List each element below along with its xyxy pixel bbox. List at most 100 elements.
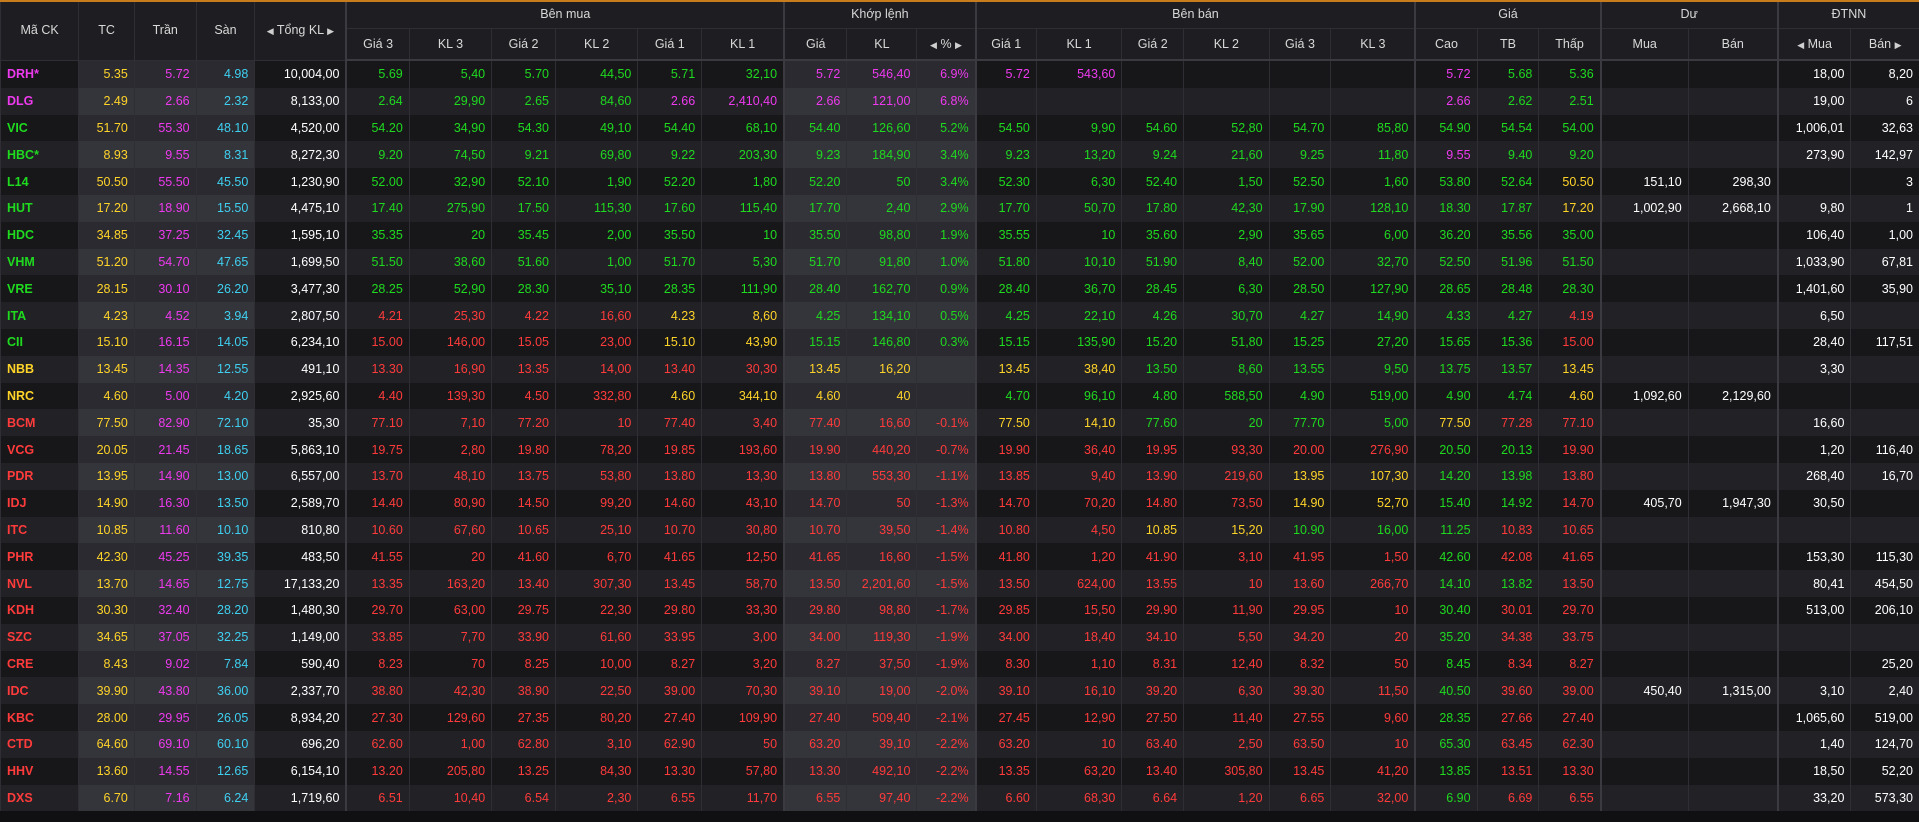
cell-match-pct: 0.3% bbox=[916, 328, 976, 356]
cell-ceiling: 5.72 bbox=[133, 60, 197, 88]
table-row[interactable]: IDC 39.90 43.80 36.00 2,337,70 38.80 42,30 38.9… bbox=[0, 677, 1919, 705]
cell-sym[interactable]: ITC bbox=[0, 516, 79, 544]
cell-sym[interactable]: DLG bbox=[0, 87, 79, 115]
table-row[interactable]: L14 50.50 55.50 45.50 1,230,90 52.00 32,90 52.1… bbox=[0, 168, 1919, 195]
cell-sym[interactable]: KBC bbox=[0, 704, 79, 731]
chevron-left-icon[interactable]: ◀ bbox=[267, 26, 274, 37]
table-row[interactable]: PDR 13.95 14.90 13.00 6,557,00 13.70 48,10 13.7… bbox=[0, 462, 1919, 490]
col-bid-vol3[interactable]: KL 3 bbox=[408, 28, 492, 61]
chevron-left-icon[interactable]: ◀ bbox=[930, 40, 937, 51]
col-ask-price1[interactable]: Giá 1 bbox=[974, 28, 1037, 61]
cell-sym[interactable]: VRE bbox=[0, 275, 79, 303]
col-match-pct[interactable]: ◀ % ▶ bbox=[916, 28, 976, 61]
chevron-right-icon[interactable]: ▶ bbox=[955, 40, 962, 51]
col-bid-price2[interactable]: Giá 2 bbox=[491, 28, 556, 61]
cell-sym[interactable]: HUT bbox=[0, 194, 79, 222]
table-row[interactable]: VHM 51.20 54.70 47.65 1,699,50 51.50 38,60 51.6… bbox=[0, 248, 1919, 276]
cell-remaining-buy bbox=[1599, 248, 1689, 276]
cell-floor: 32.45 bbox=[195, 221, 255, 249]
cell-sym[interactable]: DRH* bbox=[0, 60, 79, 88]
cell-sym[interactable]: NRC bbox=[0, 382, 79, 410]
col-ask-vol3[interactable]: KL 3 bbox=[1330, 28, 1416, 61]
cell-sym[interactable]: CTD bbox=[0, 730, 79, 758]
cell-sym[interactable]: IDC bbox=[0, 677, 79, 705]
chevron-right-icon[interactable]: ▶ bbox=[327, 26, 334, 37]
col-bid-vol2[interactable]: KL 2 bbox=[554, 28, 638, 61]
table-row[interactable]: PHR 42.30 45.25 39.35 483,50 41.55 20 41.60 6,70… bbox=[0, 543, 1919, 571]
cell-sym[interactable]: PHR bbox=[0, 543, 79, 571]
cell-sym[interactable]: HHV bbox=[0, 757, 79, 785]
cell-sym[interactable]: DXS bbox=[0, 784, 79, 812]
col-foreign-buy[interactable]: ◀ Mua bbox=[1776, 28, 1851, 61]
col-low[interactable]: Thấp bbox=[1538, 28, 1601, 61]
cell-sym[interactable]: HBC* bbox=[0, 141, 79, 169]
cell-sym[interactable]: VHM bbox=[0, 248, 79, 276]
table-row[interactable]: CTD 64.60 69.10 60.10 696,20 62.60 1,00 62.80 3,… bbox=[0, 730, 1919, 758]
col-ceiling[interactable]: Trần bbox=[133, 0, 197, 61]
table-row[interactable]: HBC* 8.93 9.55 8.31 8,272,30 9.20 74,50 9.21 69,… bbox=[0, 141, 1919, 169]
cell-sym[interactable]: SZC bbox=[0, 623, 79, 651]
table-row[interactable]: HHV 13.60 14.55 12.65 6,154,10 13.20 205,80 13.… bbox=[0, 757, 1919, 785]
table-row[interactable]: VCG 20.05 21.45 18.65 5,863,10 19.75 2,80 19.80… bbox=[0, 436, 1919, 463]
table-row[interactable]: IDJ 14.90 16.30 13.50 2,589,70 14.40 80,90 14.5… bbox=[0, 489, 1919, 517]
col-ref[interactable]: TC bbox=[78, 0, 135, 61]
cell-sym[interactable]: NBB bbox=[0, 355, 79, 383]
col-remaining-buy[interactable]: Mua bbox=[1599, 28, 1689, 61]
col-ask-price3[interactable]: Giá 3 bbox=[1268, 28, 1331, 61]
table-row[interactable]: DRH* 5.35 5.72 4.98 10,004,00 5.69 5,40 5.70 44,… bbox=[0, 60, 1919, 88]
table-row[interactable]: NBB 13.45 14.35 12.55 491,10 13.30 16,90 13.35 1… bbox=[0, 355, 1919, 383]
col-match-price[interactable]: Giá bbox=[783, 28, 847, 61]
table-row[interactable]: DLG 2.49 2.66 2.32 8,133,00 2.64 29,90 2.65 84,6… bbox=[0, 87, 1919, 115]
col-foreign-sell[interactable]: Bán ▶ bbox=[1850, 28, 1919, 61]
cell-sym[interactable]: VCG bbox=[0, 436, 79, 463]
col-match-vol[interactable]: KL bbox=[846, 28, 917, 61]
col-ask-vol1[interactable]: KL 1 bbox=[1035, 28, 1122, 61]
col-bid-vol1[interactable]: KL 1 bbox=[701, 28, 785, 61]
cell-sym[interactable]: BCM bbox=[0, 409, 79, 437]
cell-sym[interactable]: HDC bbox=[0, 221, 79, 249]
cell-foreign-buy: 1,20 bbox=[1776, 436, 1851, 463]
chevron-right-icon[interactable]: ▶ bbox=[1895, 40, 1902, 51]
table-row[interactable]: BCM 77.50 82.90 72.10 35,30 77.10 7,10 77.20 10 7… bbox=[0, 409, 1919, 437]
table-row[interactable]: ITC 10.85 11.60 10.10 810,80 10.60 67,60 10.65 2… bbox=[0, 516, 1919, 544]
cell-sym[interactable]: KDH bbox=[0, 596, 79, 624]
table-row[interactable]: VRE 28.15 30.10 26.20 3,477,30 28.25 52,90 28.3… bbox=[0, 275, 1919, 303]
col-bid-price1[interactable]: Giá 1 bbox=[637, 28, 702, 61]
chevron-left-icon[interactable]: ◀ bbox=[1797, 40, 1804, 51]
col-symbol[interactable]: Mã CK bbox=[0, 0, 79, 61]
col-ask-vol2[interactable]: KL 2 bbox=[1183, 28, 1270, 61]
col-avg[interactable]: TB bbox=[1476, 28, 1539, 61]
table-row[interactable]: HUT 17.20 18.90 15.50 4,475,10 17.40 275,90 17.… bbox=[0, 194, 1919, 222]
cell-floor: 26.20 bbox=[195, 275, 255, 303]
cell-bid-vol2: 1,90 bbox=[554, 168, 638, 195]
table-row[interactable]: CRE 8.43 9.02 7.84 590,40 8.23 70 8.25 10,00 8.27… bbox=[0, 650, 1919, 678]
table-row[interactable]: SZC 34.65 37.05 32.25 1,149,00 33.85 7,70 33.90… bbox=[0, 623, 1919, 651]
table-row[interactable]: NRC 4.60 5.00 4.20 2,925,60 4.40 139,30 4.50 332… bbox=[0, 382, 1919, 410]
cell-sym[interactable]: L14 bbox=[0, 168, 79, 195]
cell-sym[interactable]: VIC bbox=[0, 114, 79, 142]
cell-match-price: 54.40 bbox=[783, 114, 847, 142]
cell-floor: 36.00 bbox=[195, 677, 255, 705]
col-ask-price2[interactable]: Giá 2 bbox=[1121, 28, 1184, 61]
table-row[interactable]: VIC 51.70 55.30 48.10 4,520,00 54.20 34,90 54.3… bbox=[0, 114, 1919, 142]
col-remaining-sell[interactable]: Bán bbox=[1687, 28, 1778, 61]
cell-sym[interactable]: PDR bbox=[0, 462, 79, 490]
col-floor[interactable]: Sàn bbox=[195, 0, 255, 61]
table-row[interactable]: CII 15.10 16.15 14.05 6,234,10 15.00 146,00 15.… bbox=[0, 328, 1919, 356]
cell-high: 15.40 bbox=[1414, 489, 1478, 517]
table-row[interactable]: KBC 28.00 29.95 26.05 8,934,20 27.30 129,60 27.… bbox=[0, 704, 1919, 731]
cell-avg: 4.74 bbox=[1476, 382, 1539, 410]
table-row[interactable]: NVL 13.70 14.65 12.75 17,133,20 13.35 163,20 13… bbox=[0, 570, 1919, 597]
table-row[interactable]: HDC 34.85 37.25 32.45 1,595,10 35.35 20 35.45 2,… bbox=[0, 221, 1919, 249]
cell-sym[interactable]: CII bbox=[0, 328, 79, 356]
table-row[interactable]: ITA 4.23 4.52 3.94 2,807,50 4.21 25,30 4.22 16,6… bbox=[0, 302, 1919, 329]
col-bid-price3[interactable]: Giá 3 bbox=[345, 28, 410, 61]
col-total-volume[interactable]: ◀ Tổng KL ▶ bbox=[254, 0, 347, 61]
cell-sym[interactable]: NVL bbox=[0, 570, 79, 597]
table-row[interactable]: DXS 6.70 7.16 6.24 1,719,60 6.51 10,40 6.54 2,30… bbox=[0, 784, 1919, 812]
cell-sym[interactable]: ITA bbox=[0, 302, 79, 329]
col-high[interactable]: Cao bbox=[1414, 28, 1478, 61]
cell-sym[interactable]: IDJ bbox=[0, 489, 79, 517]
cell-sym[interactable]: CRE bbox=[0, 650, 79, 678]
table-row[interactable]: KDH 30.30 32.40 28.20 1,480,30 29.70 63,00 29.7… bbox=[0, 596, 1919, 624]
